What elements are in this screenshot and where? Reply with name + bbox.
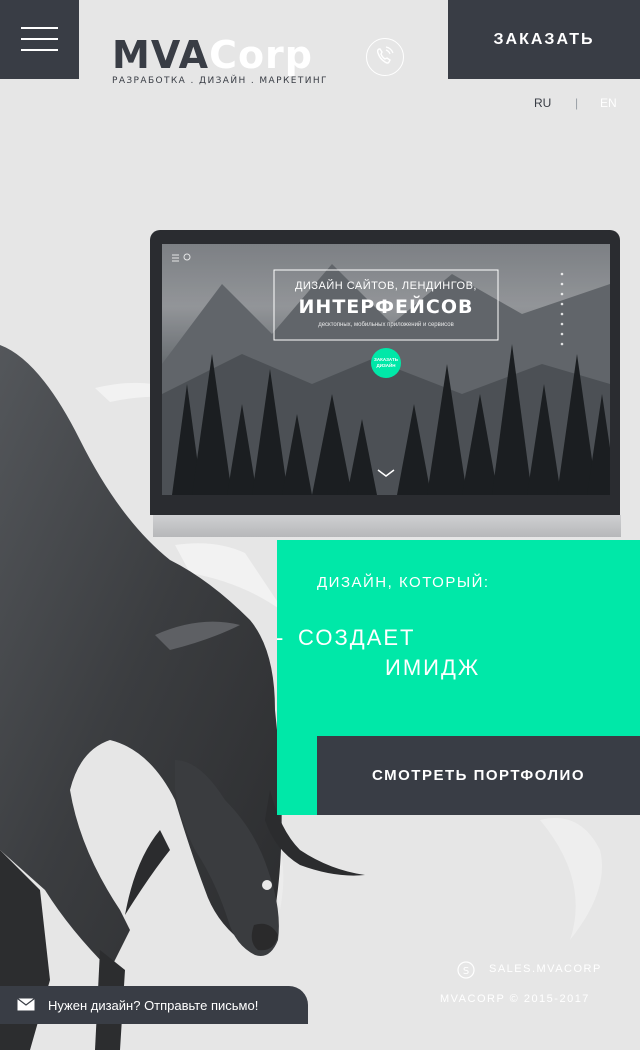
skype-icon[interactable]: S — [457, 961, 475, 979]
mockup-line1: ДИЗАЙН САЙТОВ, ЛЕНДИНГОВ, — [294, 280, 477, 292]
hero-line1: СОЗДАЕТ — [298, 625, 416, 650]
svg-text:S: S — [463, 966, 469, 977]
mockup-line3: десктопных, мобильных приложений и серви… — [318, 322, 454, 328]
hero-dash: - — [276, 625, 286, 650]
portfolio-button[interactable]: СМОТРЕТЬ ПОРТФОЛИО — [317, 736, 640, 815]
mail-icon — [17, 998, 35, 1011]
copyright: MVACORP © 2015-2017 — [440, 993, 590, 1005]
hero-line2: ИМИДЖ — [385, 655, 481, 680]
mail-cta-text[interactable]: Нужен дизайн? Отправьте письмо! — [48, 998, 258, 1013]
mockup-line2: ИНТЕРФЕЙСОВ — [298, 296, 474, 318]
hero-tagline: ДИЗАЙН, КОТОРЫЙ: — [317, 574, 490, 591]
skype-contact[interactable]: SALES.MVACORP — [489, 963, 602, 976]
